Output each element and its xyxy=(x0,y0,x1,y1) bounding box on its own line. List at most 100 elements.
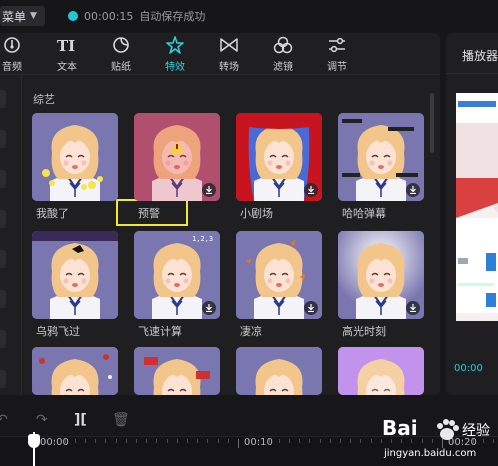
sidebar-item[interactable] xyxy=(0,370,6,388)
download-icon[interactable] xyxy=(202,183,216,197)
app-window: 菜单 ▼ 00:00:15 自动保存成功 音频 TI 文本 贴纸 特效 转场 滤… xyxy=(0,0,498,466)
sidebar-item[interactable] xyxy=(0,250,6,268)
effect-thumbnail xyxy=(32,231,118,319)
effect-label: 高光时刻 xyxy=(342,325,386,338)
ruler-tick xyxy=(299,439,301,443)
ruler-tick xyxy=(136,439,137,443)
svg-text:1,2,3: 1,2,3 xyxy=(192,235,213,243)
autosave-time: 00:00:15 xyxy=(84,9,134,23)
effect-card[interactable] xyxy=(338,347,424,395)
watermark-suffix: 经验 xyxy=(462,423,490,439)
tab-label: 音频 xyxy=(2,62,22,73)
ruler-tick xyxy=(146,439,148,443)
tab-label: 特效 xyxy=(165,62,185,73)
effect-label: 飞速计算 xyxy=(138,325,182,338)
redo-icon[interactable]: ↷ xyxy=(36,412,48,428)
tab-audio[interactable]: 音频 xyxy=(0,33,32,75)
effect-thumbnail xyxy=(134,347,220,395)
player-panel: 播放器 00:00 xyxy=(446,33,498,395)
ruler-tick xyxy=(278,439,280,443)
effect-label: 凄凉 xyxy=(240,325,262,338)
svg-text:TI: TI xyxy=(57,37,75,54)
category-tabs: 音频 TI 文本 贴纸 特效 转场 滤镜 调节 xyxy=(0,33,440,75)
delete-icon[interactable]: 🗑 xyxy=(112,412,130,428)
ruler-tick xyxy=(95,439,97,443)
effect-card[interactable] xyxy=(338,113,424,201)
player-time: 00:00 xyxy=(454,363,483,374)
effect-card[interactable] xyxy=(32,113,118,201)
tab-adjust[interactable]: 调节 xyxy=(317,33,357,75)
effect-card[interactable] xyxy=(236,347,322,395)
tab-effects[interactable]: 特效 xyxy=(155,33,195,75)
playhead-handle[interactable] xyxy=(28,434,40,448)
ruler-label: 00:00 xyxy=(40,437,69,448)
tab-label: 滤镜 xyxy=(273,62,293,73)
sidebar-item[interactable] xyxy=(0,210,6,228)
ruler-tick xyxy=(166,439,168,443)
adjust-icon xyxy=(327,33,347,57)
sidebar-item[interactable] xyxy=(0,130,6,148)
effect-card[interactable] xyxy=(236,113,322,201)
effect-card[interactable] xyxy=(134,347,220,395)
effect-thumbnail xyxy=(32,113,118,201)
ruler-tick xyxy=(340,439,341,443)
effects-sidebar xyxy=(0,76,22,395)
ruler-tick xyxy=(105,439,107,443)
scrollbar-thumb[interactable] xyxy=(430,93,434,153)
player-title: 播放器 xyxy=(462,49,498,63)
sidebar-item[interactable] xyxy=(0,90,6,108)
ruler-tick xyxy=(370,439,372,443)
tab-sticker[interactable]: 贴纸 xyxy=(101,33,141,75)
effect-thumbnail xyxy=(32,347,118,395)
effect-card[interactable] xyxy=(338,231,424,319)
ruler-tick xyxy=(319,439,321,443)
ruler-tick xyxy=(125,439,127,443)
download-icon[interactable] xyxy=(202,301,216,315)
sticker-icon xyxy=(112,33,130,57)
split-icon[interactable]: ][ xyxy=(74,412,87,428)
sparkle-icon xyxy=(165,33,185,57)
sidebar-item[interactable] xyxy=(0,330,6,348)
effect-card[interactable] xyxy=(236,231,322,319)
effect-card[interactable] xyxy=(32,231,118,319)
tab-text[interactable]: TI 文本 xyxy=(47,33,87,75)
ruler-tick xyxy=(329,439,331,443)
ruler-tick xyxy=(74,439,76,443)
section-title: 综艺 xyxy=(33,93,55,106)
download-icon[interactable] xyxy=(406,301,420,315)
ruler-tick xyxy=(115,439,117,443)
tab-label: 转场 xyxy=(219,62,239,73)
sidebar-item[interactable] xyxy=(0,290,6,308)
ruler-tick xyxy=(360,439,362,443)
download-icon[interactable] xyxy=(304,183,318,197)
ruler-tick xyxy=(289,439,290,443)
sidebar-item[interactable] xyxy=(0,170,6,188)
watermark-url: jingyan.baidu.com xyxy=(384,448,477,459)
watermark-brand: Bai xyxy=(382,416,418,440)
tab-transition[interactable]: 转场 xyxy=(209,33,249,75)
filter-icon xyxy=(273,33,293,57)
music-icon xyxy=(3,33,21,57)
effect-card[interactable] xyxy=(134,113,220,201)
top-bar: 菜单 ▼ 00:00:15 自动保存成功 xyxy=(0,0,498,32)
chevron-down-icon: ▼ xyxy=(30,11,37,21)
tab-label: 贴纸 xyxy=(111,62,131,73)
effect-label: 我酸了 xyxy=(36,207,69,220)
text-icon: TI xyxy=(56,33,78,57)
baidu-watermark: Bai 经验 jingyan.baidu.com xyxy=(380,410,498,466)
ruler-tick xyxy=(227,439,229,443)
ruler-tick xyxy=(238,439,239,448)
effect-card[interactable] xyxy=(32,347,118,395)
menu-button[interactable]: 菜单 ▼ xyxy=(0,6,45,26)
undo-icon[interactable]: ↶ xyxy=(0,412,8,428)
effect-card[interactable]: 1,2,3 xyxy=(134,231,220,319)
download-icon[interactable] xyxy=(304,301,318,315)
download-icon[interactable] xyxy=(406,183,420,197)
tab-label: 文本 xyxy=(57,62,77,73)
video-preview[interactable] xyxy=(456,93,498,321)
effect-label: 小剧场 xyxy=(240,207,273,220)
tab-filter[interactable]: 滤镜 xyxy=(263,33,303,75)
transition-icon xyxy=(219,33,239,57)
ruler-tick xyxy=(197,439,199,443)
autosave-text: 自动保存成功 xyxy=(139,10,206,23)
